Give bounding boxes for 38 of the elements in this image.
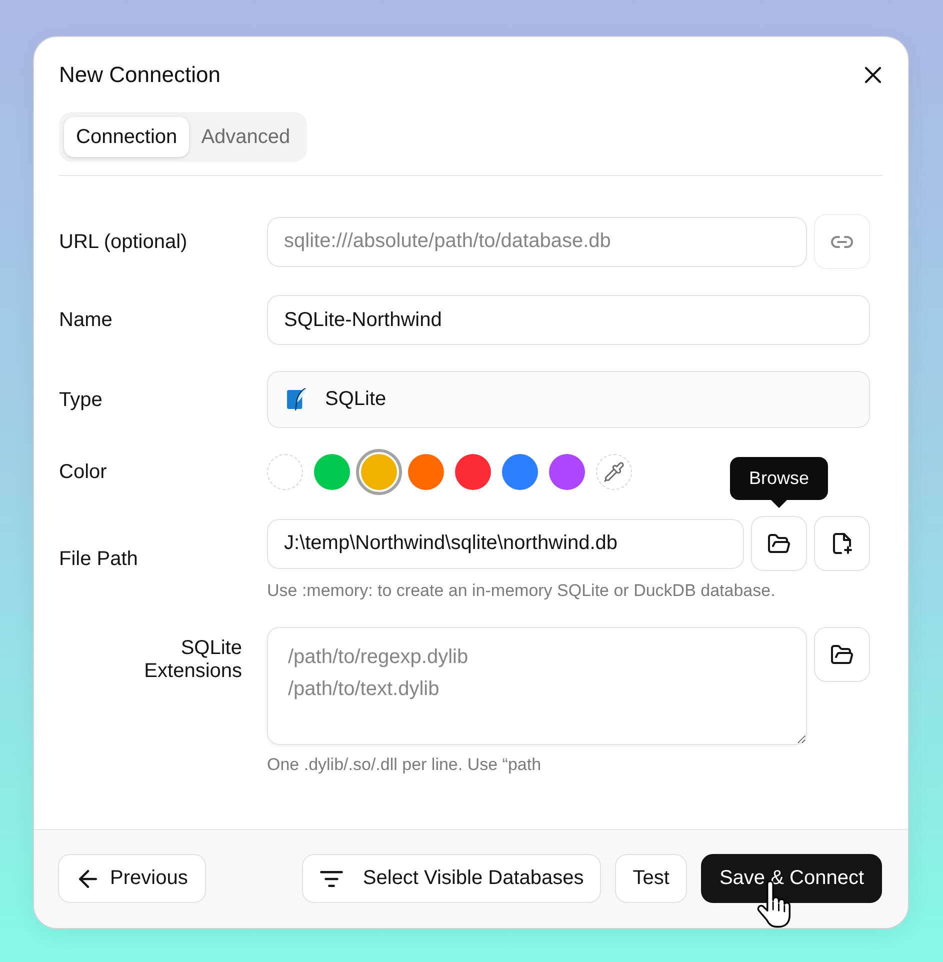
color-swatch[interactable] bbox=[314, 454, 350, 490]
dialog-title: New Connection bbox=[59, 62, 220, 88]
select-field[interactable]: SQLite bbox=[267, 371, 870, 428]
feather-logo-icon bbox=[287, 388, 306, 411]
tooltip: Browse bbox=[730, 457, 828, 508]
back-button[interactable]: Previous bbox=[58, 854, 206, 903]
browse-button[interactable] bbox=[751, 516, 807, 571]
select-button[interactable]: Select Visible Databases bbox=[302, 854, 601, 903]
tab[interactable]: Connection bbox=[64, 117, 190, 157]
file-plus-icon bbox=[832, 532, 852, 554]
color-swatch[interactable] bbox=[356, 449, 402, 495]
field-label: Name bbox=[59, 308, 114, 332]
input-field[interactable]: sqlite:///absolute/path/to/database.db bbox=[267, 216, 807, 266]
field-label: File Path bbox=[59, 546, 139, 570]
hint-text: Use :memory: to create an in-memory SQLite or DuckDB database. bbox=[267, 581, 776, 601]
text-button[interactable]: Test bbox=[614, 854, 688, 903]
folder-icon bbox=[768, 534, 790, 553]
color-swatch[interactable] bbox=[502, 454, 538, 490]
textarea-field[interactable]: /path/to/regexp.dylib /path/to/text.dylib bbox=[267, 627, 807, 745]
folder-icon bbox=[831, 645, 853, 664]
hint-text: One .dylib/.so/.dll per line. Use “path bbox=[267, 755, 542, 775]
field-label: SQLite Extensions bbox=[144, 636, 242, 683]
browse-button[interactable] bbox=[814, 627, 870, 682]
eyedropper-icon bbox=[604, 462, 624, 482]
tab[interactable]: Advanced bbox=[189, 117, 302, 157]
close-icon bbox=[865, 67, 881, 83]
link-icon bbox=[831, 236, 853, 248]
field-label: Color bbox=[59, 460, 108, 484]
color-swatch[interactable] bbox=[408, 454, 444, 490]
color-swatch[interactable] bbox=[455, 454, 491, 490]
field-label: Type bbox=[59, 388, 104, 412]
color-swatch[interactable] bbox=[549, 454, 585, 490]
new-file-button[interactable] bbox=[814, 516, 870, 571]
input-field[interactable]: SQLite-Northwind bbox=[267, 295, 870, 345]
primary-button[interactable]: Save & Connect bbox=[701, 854, 882, 903]
field-label: URL (optional) bbox=[59, 230, 188, 254]
input-field[interactable]: J:\temp\Northwind\sqlite\northwind.db bbox=[267, 518, 744, 568]
filter-icon bbox=[320, 870, 343, 886]
